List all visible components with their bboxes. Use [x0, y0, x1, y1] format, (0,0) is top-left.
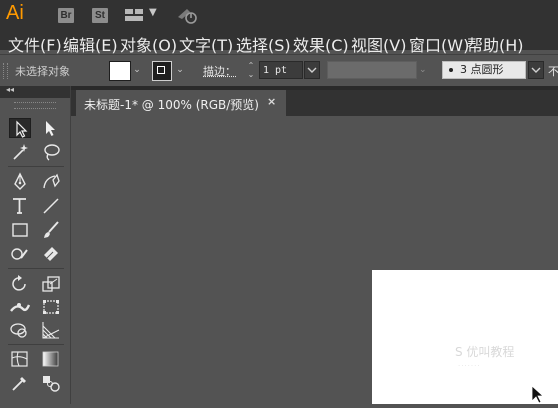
menu-file[interactable]: 文件(F)	[8, 32, 62, 56]
stroke-weight-dropdown[interactable]	[304, 61, 320, 79]
illustrator-logo: Ai	[6, 2, 24, 24]
menu-type[interactable]: 文字(T)	[179, 32, 233, 56]
shaper-tool-icon[interactable]	[9, 244, 31, 264]
brush-definition-select[interactable]: 3 点圆形	[442, 61, 526, 79]
direct-selection-tool-icon[interactable]	[40, 118, 62, 138]
rectangle-tool-icon[interactable]	[9, 220, 31, 240]
stroke-swatch[interactable]	[152, 61, 172, 81]
workspace-layout-icon[interactable]	[125, 9, 143, 21]
app-bar	[0, 0, 558, 30]
menu-view[interactable]: 视图(V)	[351, 32, 406, 56]
paintbrush-tool-icon[interactable]	[40, 220, 62, 240]
panel-grip-icon[interactable]	[3, 63, 8, 79]
artboard[interactable]	[372, 270, 558, 404]
pen-tool-icon[interactable]	[9, 172, 31, 192]
fill-chevron-down-icon[interactable]: ⌄	[130, 61, 144, 79]
selection-tool-icon[interactable]	[9, 118, 31, 138]
stock-button[interactable]: St	[92, 8, 108, 23]
line-segment-tool-icon[interactable]	[40, 196, 62, 216]
watermark-subtext: ·······	[458, 362, 481, 370]
chevron-down-icon[interactable]: ▼	[149, 7, 157, 18]
close-icon[interactable]: ×	[267, 95, 276, 108]
collapse-panel-icon[interactable]: ◂◂	[6, 85, 14, 94]
perspective-grid-tool-icon[interactable]	[40, 320, 62, 340]
bridge-button[interactable]: Br	[58, 8, 74, 23]
menu-help[interactable]: 帮助(H)	[467, 32, 524, 56]
document-tab-label[interactable]: 未标题-1* @ 100% (RGB/预览)	[84, 96, 259, 113]
lasso-tool-icon[interactable]	[40, 142, 62, 162]
eraser-tool-icon[interactable]	[40, 244, 62, 264]
stroke-weight-input[interactable]: 1 pt	[259, 61, 303, 79]
fill-swatch[interactable]	[109, 61, 131, 81]
stroke-weight-stepper[interactable]: ⌃ ⌄	[245, 61, 257, 81]
stroke-chevron-down-icon[interactable]: ⌄	[173, 61, 187, 79]
menu-window[interactable]: 窗口(W)	[409, 32, 469, 56]
brush-dot-icon	[449, 68, 453, 72]
menu-effect[interactable]: 效果(C)	[293, 32, 349, 56]
panel-grip-icon[interactable]	[14, 102, 56, 109]
width-tool-icon[interactable]	[9, 297, 31, 317]
sync-settings-icon[interactable]	[176, 5, 198, 25]
menu-object[interactable]: 对象(O)	[120, 32, 177, 56]
gradient-tool-icon[interactable]	[40, 349, 62, 369]
tool-separator	[8, 344, 64, 345]
brush-definition-label: 3 点圆形	[460, 63, 504, 76]
tool-separator	[8, 166, 64, 167]
watermark: S 优叫教程	[455, 345, 515, 359]
control-bar: 未选择对象 ⌄ ⌄ 描边： ⌃ ⌄ 1 pt ⌄ 3 点圆形 不	[0, 54, 558, 88]
brush-chevron-down-icon[interactable]	[528, 61, 544, 79]
menu-edit[interactable]: 编辑(E)	[63, 32, 118, 56]
scale-tool-icon[interactable]	[40, 274, 62, 294]
shape-builder-tool-icon[interactable]	[9, 320, 31, 340]
eyedropper-tool-icon[interactable]	[9, 373, 31, 393]
tool-separator	[8, 268, 64, 269]
profile-chevron-down-icon[interactable]: ⌄	[419, 61, 427, 79]
rotate-tool-icon[interactable]	[9, 274, 31, 294]
type-tool-icon[interactable]	[9, 196, 31, 216]
menu-select[interactable]: 选择(S)	[236, 32, 291, 56]
curvature-tool-icon[interactable]	[40, 172, 62, 192]
variable-width-profile[interactable]	[327, 61, 417, 79]
opacity-label[interactable]: 不	[548, 63, 558, 79]
mesh-tool-icon[interactable]	[9, 349, 31, 369]
mouse-cursor-icon	[530, 385, 546, 408]
selection-status: 未选择对象	[15, 65, 70, 78]
blend-tool-icon[interactable]	[40, 373, 62, 393]
free-transform-tool-icon[interactable]	[40, 297, 62, 317]
stroke-label[interactable]: 描边：	[203, 63, 236, 79]
magic-wand-tool-icon[interactable]	[9, 142, 31, 162]
